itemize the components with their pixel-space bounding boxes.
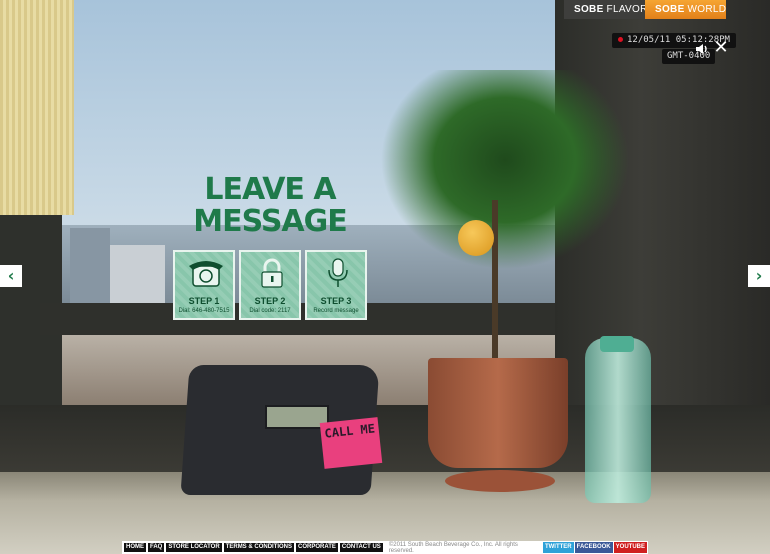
footer-link-contact[interactable]: CONTACT US — [339, 543, 383, 552]
telephone-icon — [189, 261, 223, 287]
building — [110, 245, 165, 303]
water-bottle — [585, 338, 651, 503]
sticky-note: CALL ME — [319, 417, 383, 469]
nav-tab-sobe-world[interactable]: SOBE WORLD — [645, 0, 726, 19]
copyright-text: ©2011 South Beach Beverage Co., Inc. All… — [388, 541, 518, 554]
previous-arrow-icon[interactable]: ‹ — [0, 265, 22, 287]
orange-fruit — [458, 220, 494, 256]
plant-pot — [428, 358, 568, 468]
footer-link-corporate[interactable]: CORPORATE — [296, 543, 338, 552]
brand-label: SOBE — [574, 4, 604, 15]
top-navigation: SOBE FLAVORS SOBE WORLD — [564, 0, 726, 19]
footer-link-home[interactable]: HOME — [124, 543, 146, 552]
bottle-cap — [600, 336, 634, 352]
step-description: Dial: 646-480-7515 — [178, 308, 230, 314]
page-title: LEAVE A MESSAGE — [180, 174, 360, 238]
window-sill-back — [0, 405, 770, 475]
speaker-icon[interactable] — [695, 42, 709, 56]
step-1-card[interactable]: STEP 1 Dial: 646-480-7515 — [173, 250, 235, 320]
step-label: STEP 1 — [188, 296, 220, 306]
step-description: Record message — [313, 308, 359, 314]
step-2-card[interactable]: STEP 2 Dial code: 2117 — [239, 250, 301, 320]
title-line-2: MESSAGE — [193, 204, 348, 239]
nav-tab-sobe-flavors[interactable]: SOBE FLAVORS — [564, 0, 654, 19]
footer-link-faq[interactable]: FAQ — [148, 543, 165, 552]
step-label: STEP 2 — [254, 296, 286, 306]
background-scene: CALL ME — [0, 0, 770, 554]
microphone-icon — [328, 258, 348, 287]
footer-link-store-locator[interactable]: STORE LOCATOR — [166, 543, 222, 552]
building — [70, 228, 110, 303]
tab-label: WORLD — [687, 4, 727, 15]
facebook-link[interactable]: FACEBOOK — [574, 542, 613, 553]
record-dot-icon — [618, 37, 623, 42]
pot-saucer — [445, 470, 555, 492]
plant-trunk — [492, 200, 498, 360]
next-arrow-icon[interactable]: › — [748, 265, 770, 287]
twitter-link[interactable]: TWITTER — [542, 542, 574, 553]
footer-link-terms[interactable]: TERMS & CONDITIONS — [223, 543, 295, 552]
lock-icon — [261, 258, 283, 288]
steps-panel: STEP 1 Dial: 646-480-7515 STEP 2 Dial co… — [173, 250, 367, 320]
title-line-1: LEAVE A — [204, 172, 336, 207]
step-label: STEP 3 — [320, 296, 352, 306]
close-icon[interactable]: ✕ — [712, 39, 730, 57]
step-description: Dial code: 2117 — [249, 308, 291, 314]
youtube-link[interactable]: YOUTUBE — [613, 542, 647, 553]
step-3-card[interactable]: STEP 3 Record message — [305, 250, 367, 320]
brand-label: SOBE — [655, 4, 685, 15]
footer-bar: HOME FAQ STORE LOCATOR TERMS & CONDITION… — [122, 541, 648, 554]
curtain — [0, 0, 74, 215]
plant-leaves — [380, 70, 630, 270]
